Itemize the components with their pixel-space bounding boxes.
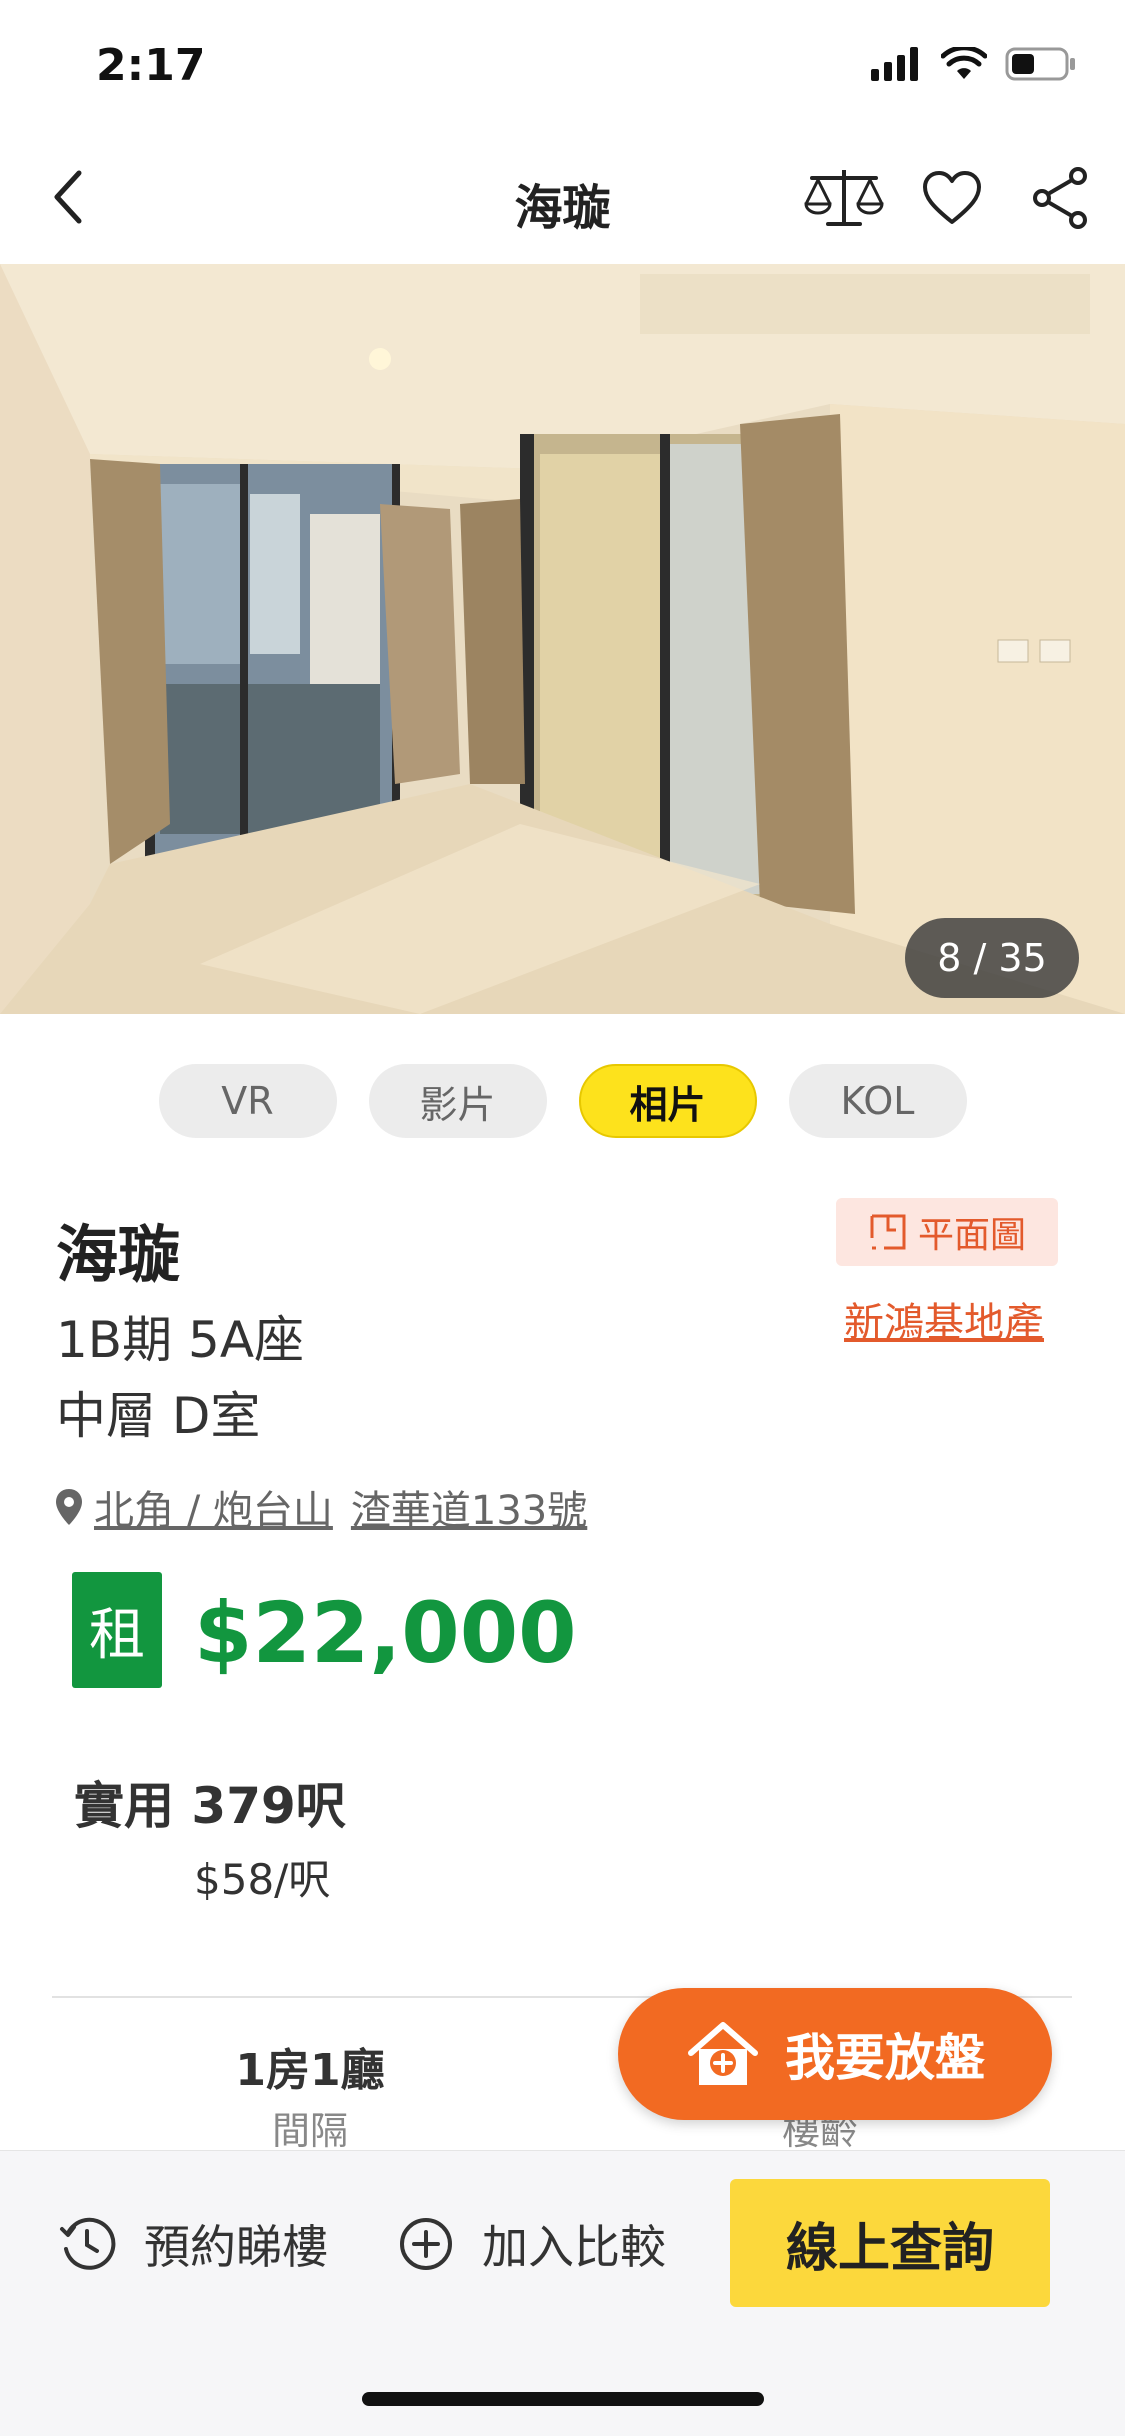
rent-price: $22,000: [194, 1584, 577, 1682]
clock-history-icon: [60, 2217, 116, 2270]
list-property-label: 我要放盤: [785, 2029, 985, 2087]
schedule-viewing-label: 預約睇樓: [144, 2220, 328, 2274]
price-per-sqft: $58/呎: [194, 1855, 331, 1904]
tab-photos[interactable]: 相片: [578, 1064, 757, 1138]
scale-icon: [804, 170, 884, 226]
developer-link[interactable]: 新鴻基地產: [844, 1290, 1044, 1348]
location-pin-icon: [56, 1489, 82, 1525]
share-icon: [1033, 167, 1087, 229]
tab-vr[interactable]: VR: [158, 1064, 337, 1138]
media-tabs: VR 影片 相片 KOL: [0, 1064, 1125, 1138]
listing-photo[interactable]: 8 / 35: [0, 264, 1125, 1014]
status-time: 2:17: [96, 40, 206, 91]
share-button[interactable]: [1017, 158, 1103, 238]
plus-circle-icon: [400, 2218, 452, 2270]
estate-name: 海璇: [56, 1218, 181, 1291]
estate-unit: 中層 D室: [56, 1387, 261, 1445]
heart-icon: [923, 171, 981, 224]
nav-actions: [801, 158, 1103, 238]
schedule-viewing-button[interactable]: 預約睇樓: [58, 2211, 328, 2277]
saleable-area: 實用 379呎: [74, 1777, 346, 1835]
rent-badge: 租: [72, 1572, 162, 1688]
estate-phase: 1B期 5A座: [56, 1311, 305, 1369]
list-property-button[interactable]: 我要放盤: [618, 1988, 1052, 2120]
address-row: 北角 / 炮台山 渣華道133號: [54, 1478, 587, 1536]
cellular-signal-icon: [871, 47, 918, 81]
layout-label: 間隔: [271, 2109, 348, 2153]
wifi-icon: [941, 47, 987, 79]
floorplan-button[interactable]: 平面圖: [836, 1198, 1058, 1266]
house-plus-icon: [688, 2022, 758, 2085]
tab-video[interactable]: 影片: [368, 1064, 547, 1138]
back-button[interactable]: [34, 162, 104, 232]
online-enquiry-button[interactable]: 線上查詢: [730, 2179, 1050, 2307]
district-link[interactable]: 北角 / 炮台山: [94, 1478, 333, 1536]
room-photo-illustration: [0, 264, 1125, 1014]
floorplan-icon: [870, 1214, 906, 1250]
status-bar: 2:17: [0, 0, 1125, 132]
add-compare-label: 加入比較: [482, 2220, 666, 2274]
chevron-left-icon: [54, 170, 82, 224]
compare-button[interactable]: [801, 158, 887, 238]
photo-counter: 8 / 35: [905, 918, 1079, 998]
home-indicator[interactable]: [362, 2392, 764, 2406]
battery-icon: [1005, 47, 1075, 81]
floorplan-label: 平面圖: [917, 1215, 1026, 1256]
status-icons: [871, 46, 1077, 82]
nav-bar: 海璇: [0, 132, 1125, 264]
street-link[interactable]: 渣華道133號: [351, 1478, 587, 1536]
add-compare-button[interactable]: 加入比較: [398, 2211, 666, 2277]
layout-value: 1房1廳: [235, 2045, 385, 2096]
favorite-button[interactable]: [909, 158, 995, 238]
tab-kol[interactable]: KOL: [788, 1064, 967, 1138]
